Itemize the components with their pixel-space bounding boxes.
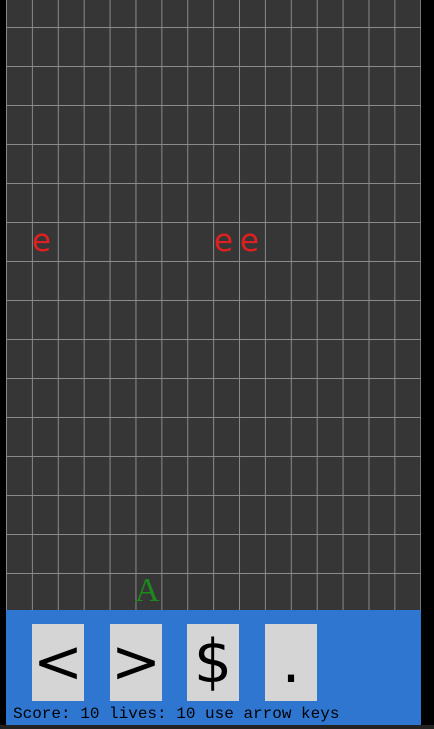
bottom-edge — [0, 725, 434, 729]
enemy-sprite: e — [32, 223, 52, 259]
game-board: e e e A — [6, 0, 421, 610]
game-window: e e e A < > $ . Score: 10 lives: 10 use … — [0, 0, 434, 729]
shop-button[interactable]: $ — [187, 624, 239, 701]
player-sprite: A — [135, 572, 160, 609]
control-panel: < > $ . Score: 10 lives: 10 use arrow ke… — [6, 610, 421, 725]
move-left-button[interactable]: < — [32, 624, 84, 701]
move-right-button[interactable]: > — [110, 624, 162, 701]
enemy-sprite: e — [240, 223, 260, 259]
dot-button[interactable]: . — [265, 624, 317, 701]
status-text: Score: 10 lives: 10 use arrow keys — [13, 705, 340, 723]
enemy-sprite: e — [214, 223, 234, 259]
